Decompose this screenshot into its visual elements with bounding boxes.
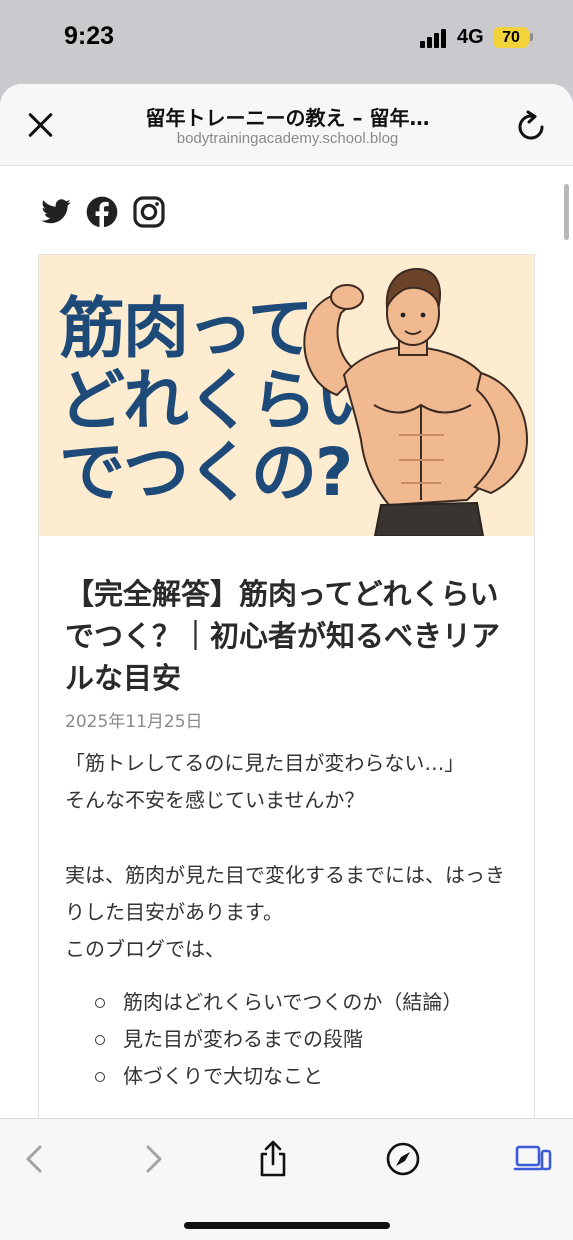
back-icon[interactable] bbox=[16, 1139, 56, 1179]
article-date: 2025年11月25日 bbox=[65, 712, 203, 732]
facebook-icon[interactable] bbox=[86, 196, 118, 228]
status-time: 9:23 bbox=[64, 22, 115, 50]
browser-toolbar bbox=[0, 1118, 573, 1240]
article-card: 筋肉って どれくらい でつくの? 【完全解答】筋肉ってどれくらいでつく？｜初心者… bbox=[38, 254, 535, 1118]
tabs-icon[interactable] bbox=[513, 1139, 553, 1179]
reload-icon[interactable] bbox=[512, 108, 550, 146]
close-icon[interactable] bbox=[24, 108, 58, 142]
body-line-1: 実は、筋肉が見た目で変化するまでには、はっきりした目安があります。 bbox=[65, 863, 505, 924]
browser-sheet: 留年トレーニーの教え – 留年… bodytrainingacademy.sch… bbox=[0, 84, 573, 1240]
page-title: 留年トレーニーの教え – 留年… bbox=[145, 106, 430, 130]
list-item: 筋肉はどれくらいでつくのか（結論） bbox=[95, 984, 495, 1021]
article-title[interactable]: 【完全解答】筋肉ってどれくらいでつく？｜初心者が知るべきリアルな目安 bbox=[65, 573, 515, 699]
web-content[interactable]: 筋肉って どれくらい でつくの? 【完全解答】筋肉ってどれくらいでつく？｜初心者… bbox=[0, 166, 573, 1118]
battery-icon: 70 bbox=[493, 27, 529, 48]
forward-icon[interactable] bbox=[134, 1139, 174, 1179]
intro-paragraph: 「筋トレしてるのに見た目が変わらない…」 そんな不安を感じていませんか？ bbox=[65, 745, 515, 819]
home-indicator[interactable] bbox=[184, 1222, 390, 1229]
browser-header: 留年トレーニーの教え – 留年… bodytrainingacademy.sch… bbox=[0, 84, 573, 166]
topic-list: 筋肉はどれくらいでつくのか（結論） 見た目が変わるまでの段階 体づくりで大切なこ… bbox=[95, 984, 495, 1095]
status-bar: 9:23 4G 70 bbox=[0, 0, 573, 84]
share-icon[interactable] bbox=[253, 1139, 293, 1179]
list-item: 見た目が変わるまでの段階 bbox=[95, 1021, 495, 1058]
body-paragraph: 実は、筋肉が見た目で変化するまでには、はっきりした目安があります。 このブログで… bbox=[65, 857, 515, 968]
page-url[interactable]: bodytrainingacademy.school.blog bbox=[95, 130, 480, 147]
compass-icon[interactable] bbox=[383, 1139, 423, 1179]
battery-tip bbox=[530, 33, 533, 41]
instagram-icon[interactable] bbox=[133, 196, 165, 228]
intro-line-2: そんな不安を感じていませんか？ bbox=[65, 788, 365, 812]
scrollbar[interactable] bbox=[564, 184, 569, 240]
twitter-icon[interactable] bbox=[40, 196, 72, 228]
intro-line-1: 「筋トレしてるのに見た目が変わらない…」 bbox=[65, 751, 465, 775]
hero-image[interactable]: 筋肉って どれくらい でつくの? bbox=[39, 255, 534, 536]
muscle-man-illustration bbox=[303, 267, 529, 536]
network-type: 4G bbox=[457, 26, 484, 48]
body-line-2: このブログでは、 bbox=[65, 937, 225, 961]
signal-strength-icon bbox=[420, 28, 450, 48]
list-item: 体づくりで大切なこと bbox=[95, 1058, 495, 1095]
